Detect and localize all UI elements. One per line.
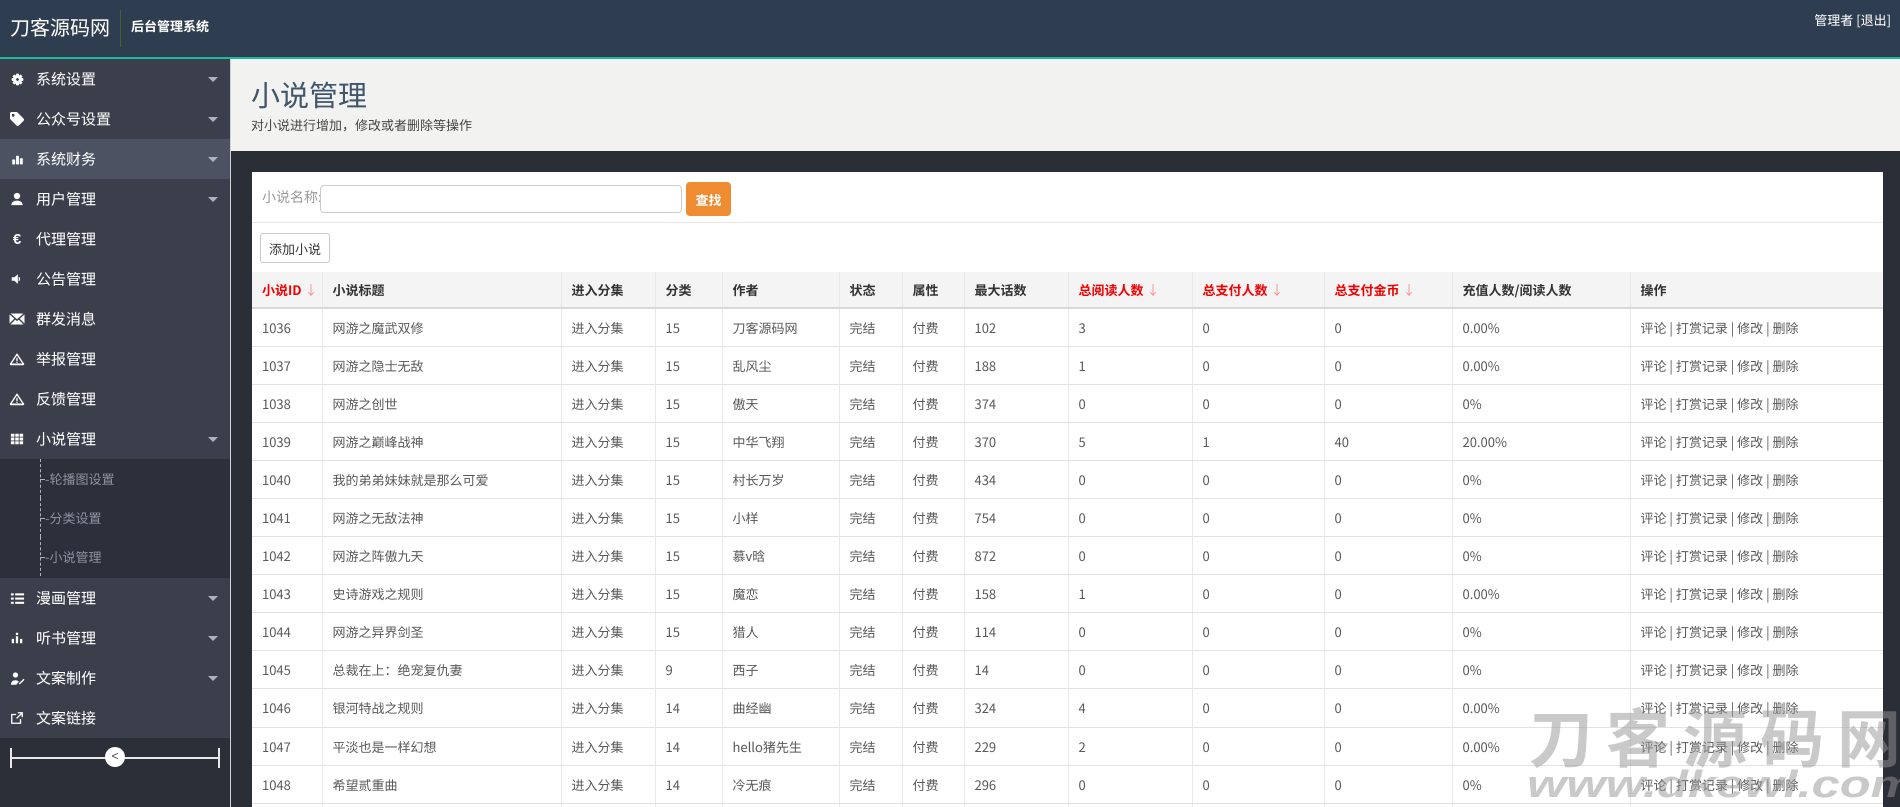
svg-text:€: € bbox=[13, 231, 22, 247]
